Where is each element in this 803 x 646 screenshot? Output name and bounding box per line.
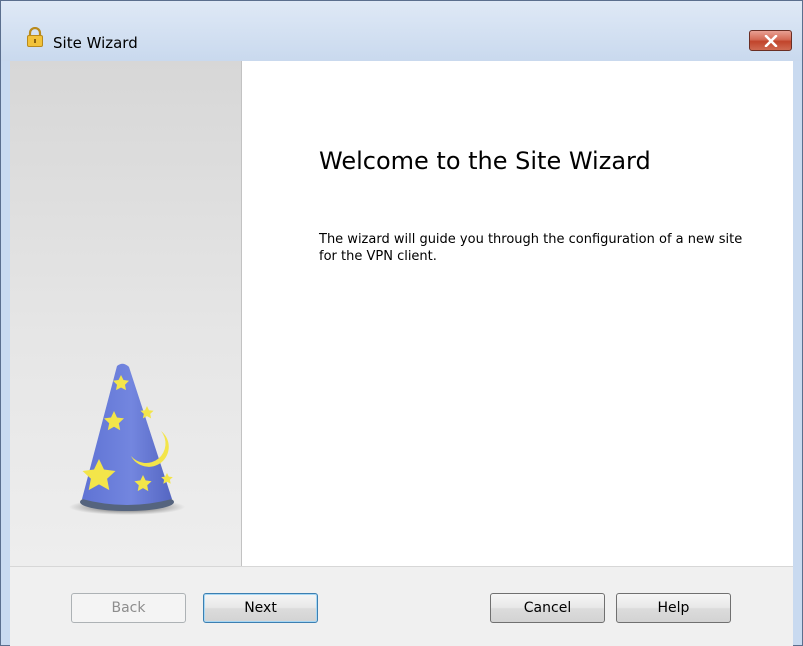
cancel-button[interactable]: Cancel [490, 593, 605, 623]
window-title: Site Wizard [53, 34, 138, 52]
lock-icon [26, 26, 44, 47]
next-button[interactable]: Next [203, 593, 318, 623]
page-title: Welcome to the Site Wizard [319, 147, 651, 175]
welcome-description: The wizard will guide you through the co… [319, 232, 743, 264]
site-wizard-window: Site Wizard Welcome to the Site Wizard T… [0, 0, 803, 646]
wizard-hat-icon [69, 363, 185, 515]
wizard-content: Welcome to the Site Wizard The wizard wi… [10, 61, 793, 566]
side-panel [10, 61, 242, 566]
title-bar[interactable]: Site Wizard [1, 1, 802, 61]
close-icon [764, 35, 778, 47]
back-button[interactable]: Back [71, 593, 186, 623]
main-pane: Welcome to the Site Wizard The wizard wi… [243, 61, 793, 566]
help-button[interactable]: Help [616, 593, 731, 623]
close-button[interactable] [749, 30, 792, 51]
button-bar: Back Next Cancel Help [10, 566, 793, 646]
